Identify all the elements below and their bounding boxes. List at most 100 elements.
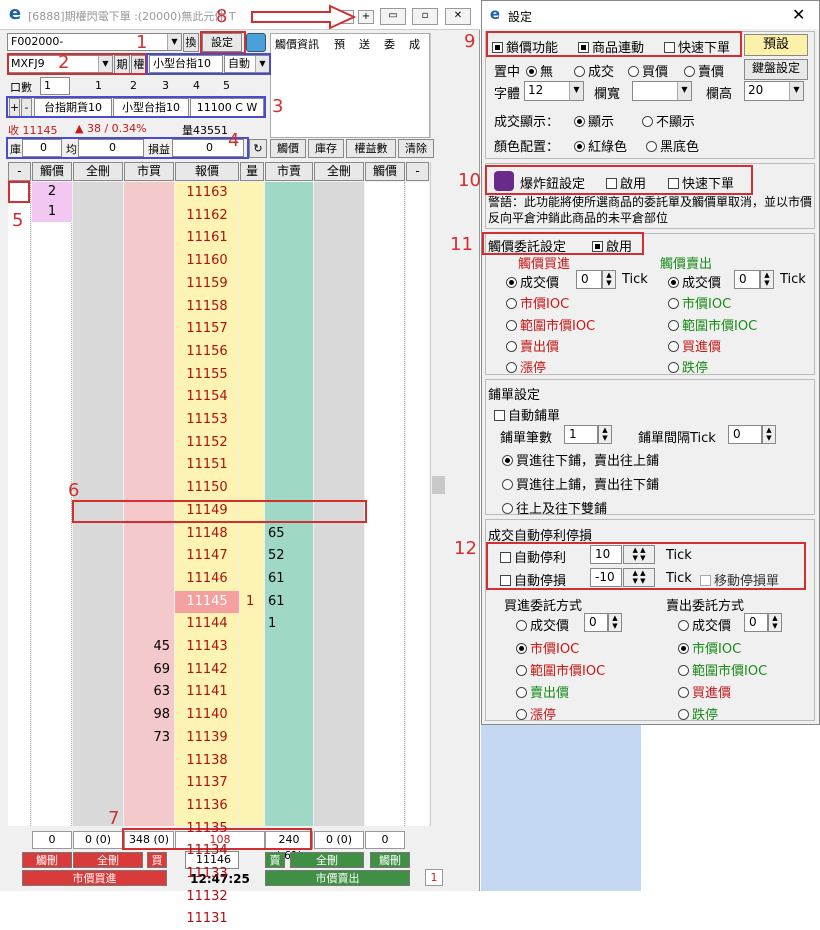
- font-select[interactable]: 12 ▼: [524, 81, 584, 101]
- color-rg[interactable]: 紅綠色: [574, 136, 627, 155]
- stop-loss-option[interactable]: 自動停損: [500, 570, 566, 589]
- keyboard-settings-button[interactable]: 鍵盤設定: [744, 59, 808, 80]
- col-market-sell[interactable]: [265, 182, 313, 826]
- ask-qty-cell[interactable]: 52: [268, 545, 312, 567]
- tab-trigger-info[interactable]: 觸價資訊: [275, 36, 319, 52]
- qty-opt-1[interactable]: 1: [95, 79, 102, 92]
- tab-pre[interactable]: 預: [334, 36, 345, 52]
- sell-button[interactable]: 賣: [265, 852, 285, 868]
- book-icon[interactable]: [246, 33, 266, 52]
- trigger-delete-buy-button[interactable]: 觸刪: [22, 852, 72, 868]
- settings-button[interactable]: 設定: [202, 33, 242, 52]
- bw-sellp[interactable]: 賣出價: [516, 682, 569, 701]
- scroll-thumb[interactable]: [432, 476, 445, 494]
- trigger-buy-cell[interactable]: 2: [32, 182, 72, 202]
- ask-qty-cell[interactable]: 61: [268, 568, 312, 590]
- spinner-icon[interactable]: ▲ ▲ ▼ ▼: [623, 568, 655, 587]
- tab-order[interactable]: 委: [384, 36, 395, 52]
- take-profit-input[interactable]: 10 ▲ ▲ ▼ ▼: [590, 545, 655, 564]
- bomb-enable[interactable]: 啟用: [606, 173, 646, 192]
- spinner-icon[interactable]: ▲ ▼: [768, 613, 782, 632]
- lay-mode-2[interactable]: 買進往上鋪，賣出往下鋪: [502, 474, 659, 493]
- stop-loss-input[interactable]: -10 ▲ ▲ ▼ ▼: [590, 568, 655, 587]
- tab-send[interactable]: 送: [359, 36, 370, 52]
- sw-deal[interactable]: 成交價: [678, 615, 731, 634]
- tab-deal[interactable]: 成: [409, 36, 420, 52]
- default-button[interactable]: 預設: [744, 34, 808, 56]
- trigger-buy-cell[interactable]: 1: [32, 202, 72, 222]
- auto-lay-option[interactable]: 自動鋪單: [494, 405, 560, 424]
- ts-mkt[interactable]: 市價IOC: [668, 293, 731, 312]
- equity-button[interactable]: 權益數: [346, 139, 396, 158]
- ask-qty-cell[interactable]: 65: [268, 523, 312, 545]
- tab-mini[interactable]: 小型台指10: [113, 98, 189, 117]
- account-select[interactable]: F002000- ▼: [7, 33, 182, 51]
- trailing-stop-option[interactable]: 移動停損單: [700, 570, 779, 589]
- lay-mode-1[interactable]: 買進往下鋪，賣出往上鋪: [502, 450, 659, 469]
- col-delete-buy[interactable]: [73, 182, 123, 826]
- sw-range[interactable]: 範圍市價IOC: [678, 660, 767, 679]
- hdr-minus-left[interactable]: -: [8, 162, 31, 181]
- lay-mode-3[interactable]: 往上及往下雙鋪: [502, 498, 607, 517]
- refresh-icon[interactable]: ↻: [249, 139, 267, 158]
- sw-tick-input[interactable]: 0 ▲ ▼: [744, 613, 782, 632]
- spinner-icon[interactable]: ▲ ▼: [598, 425, 612, 444]
- ts-down[interactable]: 跌停: [668, 357, 708, 376]
- center-sell[interactable]: 賣價: [684, 61, 724, 80]
- tb-tick-input[interactable]: 0 ▲ ▼: [576, 270, 616, 289]
- qty-opt-4[interactable]: 4: [193, 79, 200, 92]
- sw-buyp[interactable]: 買進價: [678, 682, 731, 701]
- remove-tab-button[interactable]: -: [21, 98, 32, 117]
- tb-sellp[interactable]: 賣出價: [506, 336, 559, 355]
- spinner-icon[interactable]: ▲ ▼: [760, 270, 774, 289]
- hdr-market-buy[interactable]: 市買: [124, 162, 174, 181]
- tb-range[interactable]: 範圍市價IOC: [506, 315, 595, 334]
- maximize-button[interactable]: ▫: [412, 8, 438, 25]
- right-button[interactable]: 權: [131, 55, 147, 74]
- sw-mkt[interactable]: 市價IOC: [678, 638, 741, 657]
- hdr-delete-all-buy[interactable]: 全刪: [73, 162, 123, 181]
- bid-qty-cell[interactable]: 69: [124, 659, 170, 681]
- fast-order-option[interactable]: 快速下單: [664, 37, 730, 56]
- spinner-icon[interactable]: ▲ ▼: [762, 425, 776, 444]
- tab-option[interactable]: 11100 C W: [190, 98, 264, 117]
- market-sell-button[interactable]: 市價賣出: [265, 870, 410, 886]
- col-trigger-sell[interactable]: [365, 182, 405, 826]
- spinner-icon[interactable]: ▲ ▼: [602, 270, 616, 289]
- add-tab-button[interactable]: +: [9, 98, 20, 117]
- link-option[interactable]: 商品連動: [578, 37, 644, 56]
- bid-qty-cell[interactable]: 73: [124, 727, 170, 749]
- col-delete-sell[interactable]: [314, 182, 364, 826]
- ts-deal[interactable]: 成交價: [668, 272, 721, 291]
- col-trigger-buy[interactable]: [32, 182, 72, 826]
- col-width-select[interactable]: ▼: [632, 81, 692, 101]
- auto-select[interactable]: 自動 ▼: [224, 55, 270, 73]
- center-deal[interactable]: 成交: [574, 61, 614, 80]
- ladder-scrollbar[interactable]: [430, 162, 446, 826]
- tab-futures[interactable]: 台指期貨10: [34, 98, 112, 117]
- ts-buyp[interactable]: 買進價: [668, 336, 721, 355]
- delete-all-buy-button[interactable]: 全刪: [73, 852, 143, 868]
- minimize-button[interactable]: ▭: [380, 8, 406, 25]
- bid-qty-cell[interactable]: 98: [124, 704, 170, 726]
- trigger-delete-sell-button[interactable]: 觸刪: [370, 852, 410, 868]
- lay-gap-input[interactable]: 0 ▲ ▼: [728, 425, 776, 444]
- qty-input[interactable]: 1: [40, 77, 70, 95]
- ts-tick-input[interactable]: 0 ▲ ▼: [734, 270, 774, 289]
- sw-down[interactable]: 跌停: [678, 704, 718, 723]
- ts-range[interactable]: 範圍市價IOC: [668, 315, 757, 334]
- spinner-icon[interactable]: ▲ ▼: [608, 613, 622, 632]
- trigger-button[interactable]: 觸價: [270, 139, 306, 158]
- ask-qty-cell[interactable]: 1: [268, 613, 312, 635]
- hdr-market-sell[interactable]: 市賣: [265, 162, 313, 181]
- bid-qty-cell[interactable]: 45: [124, 636, 170, 658]
- center-buy[interactable]: 買價: [628, 61, 668, 80]
- bomb-fast[interactable]: 快速下單: [668, 173, 734, 192]
- tb-deal[interactable]: 成交價: [506, 272, 559, 291]
- qty-opt-5[interactable]: 5: [223, 79, 230, 92]
- hdr-delete-all-sell[interactable]: 全刪: [314, 162, 364, 181]
- color-black[interactable]: 黑底色: [646, 136, 699, 155]
- market-buy-button[interactable]: 市價買進: [22, 870, 167, 886]
- deal-hide[interactable]: 不顯示: [642, 111, 695, 130]
- bw-tick-input[interactable]: 0 ▲ ▼: [584, 613, 622, 632]
